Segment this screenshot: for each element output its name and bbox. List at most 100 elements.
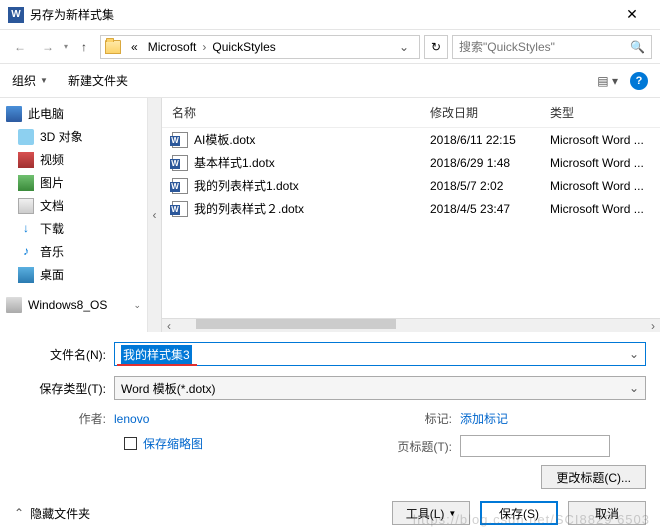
- file-name: 我的列表样式1.dotx: [194, 177, 430, 194]
- file-row[interactable]: 我的列表样式２.dotx2018/4/5 23:47Microsoft Word…: [162, 197, 660, 220]
- expand-icon[interactable]: ⌄: [133, 300, 141, 311]
- sidebar-item-music[interactable]: ♪音乐: [0, 240, 147, 263]
- tags-label: 标记:: [360, 410, 460, 427]
- back-button[interactable]: ←: [8, 35, 32, 59]
- sidebar-item-desktop[interactable]: 桌面: [0, 263, 147, 286]
- caret-down-icon: ▼: [40, 76, 48, 85]
- view-options-button[interactable]: ▤ ▾: [597, 74, 618, 88]
- hide-folders-label[interactable]: 隐藏文件夹: [30, 505, 90, 522]
- refresh-button[interactable]: ↻: [424, 35, 448, 59]
- file-row[interactable]: 我的列表样式1.dotx2018/5/7 2:02Microsoft Word …: [162, 174, 660, 197]
- filetype-value: Word 模板(*.dotx): [121, 380, 215, 397]
- crumb-quickstyles[interactable]: QuickStyles: [208, 40, 279, 54]
- scroll-thumb[interactable]: [196, 319, 396, 329]
- 3d-icon: [18, 129, 34, 145]
- tools-label: 工具(L): [406, 505, 445, 522]
- dotx-icon: [172, 201, 188, 217]
- sidebar-item-downloads[interactable]: ↓下载: [0, 217, 147, 240]
- sidebar-label: 桌面: [40, 266, 64, 283]
- crumb-microsoft[interactable]: Microsoft: [144, 40, 201, 54]
- main-area: 此电脑 3D 对象 视频 图片 文档 ↓下载 ♪音乐 桌面 Windows8_O…: [0, 98, 660, 332]
- annotation-underline: [117, 364, 197, 366]
- dotx-icon: [172, 155, 188, 171]
- file-date: 2018/5/7 2:02: [430, 179, 550, 193]
- filename-dropdown[interactable]: ⌄: [629, 347, 639, 361]
- search-icon[interactable]: 🔍: [630, 40, 645, 54]
- word-app-icon: W: [8, 7, 24, 23]
- file-list: AI模板.dotx2018/6/11 22:15Microsoft Word .…: [162, 128, 660, 318]
- caret-down-icon: ▼: [448, 509, 456, 518]
- file-row[interactable]: AI模板.dotx2018/6/11 22:15Microsoft Word .…: [162, 128, 660, 151]
- file-date: 2018/6/11 22:15: [430, 133, 550, 147]
- author-value[interactable]: lenovo: [114, 412, 149, 426]
- file-type: Microsoft Word ...: [550, 133, 660, 147]
- filetype-label: 保存类型(T):: [14, 380, 114, 397]
- file-name: AI模板.dotx: [194, 131, 430, 148]
- sidebar-item-documents[interactable]: 文档: [0, 194, 147, 217]
- save-form: 文件名(N): 我的样式集3 ⌄ 保存类型(T): Word 模板(*.dotx…: [0, 332, 660, 497]
- file-name: 基本样式1.dotx: [194, 154, 430, 171]
- new-folder-button[interactable]: 新建文件夹: [68, 72, 128, 89]
- nav-bar: ← → ▾ ↑ « Microsoft › QuickStyles ⌄ ↻ 🔍: [0, 30, 660, 64]
- file-name: 我的列表样式２.dotx: [194, 200, 430, 217]
- organize-menu[interactable]: 组织 ▼: [12, 72, 48, 89]
- col-name[interactable]: 名称: [172, 104, 430, 121]
- file-area: 名称 修改日期 类型 AI模板.dotx2018/6/11 22:15Micro…: [162, 98, 660, 332]
- path-dropdown[interactable]: ⌄: [393, 40, 415, 54]
- search-input[interactable]: [459, 40, 630, 54]
- close-button[interactable]: ✕: [612, 0, 652, 30]
- save-thumbnail-checkbox[interactable]: 保存缩略图: [124, 435, 300, 452]
- filename-label: 文件名(N):: [14, 346, 114, 363]
- chevron-right-icon: ›: [202, 40, 206, 54]
- filetype-select[interactable]: Word 模板(*.dotx) ⌄: [114, 376, 646, 400]
- sidebar-label: 3D 对象: [40, 128, 83, 145]
- scroll-right-arrow[interactable]: ›: [646, 319, 660, 333]
- drive-icon: [6, 297, 22, 313]
- scroll-left-arrow[interactable]: ‹: [162, 319, 176, 333]
- up-button[interactable]: ↑: [72, 35, 96, 59]
- file-date: 2018/4/5 23:47: [430, 202, 550, 216]
- music-icon: ♪: [18, 244, 34, 260]
- document-icon: [18, 198, 34, 214]
- cancel-button[interactable]: 取消: [568, 501, 646, 525]
- window-title: 另存为新样式集: [30, 6, 612, 23]
- col-type[interactable]: 类型: [550, 104, 660, 121]
- change-title-button[interactable]: 更改标题(C)...: [541, 465, 646, 489]
- search-box[interactable]: 🔍: [452, 35, 652, 59]
- sidebar-item-videos[interactable]: 视频: [0, 148, 147, 171]
- forward-button[interactable]: →: [36, 35, 60, 59]
- author-label: 作者:: [14, 410, 114, 427]
- sidebar-label: 图片: [40, 174, 64, 191]
- filetype-dropdown[interactable]: ⌄: [629, 381, 639, 395]
- file-row[interactable]: 基本样式1.dotx2018/6/29 1:48Microsoft Word .…: [162, 151, 660, 174]
- expand-folders-button[interactable]: ⌃: [14, 506, 24, 520]
- picture-icon: [18, 175, 34, 191]
- crumb-prefix[interactable]: «: [127, 40, 142, 54]
- help-button[interactable]: ?: [630, 72, 648, 90]
- sidebar-label: 文档: [40, 197, 64, 214]
- video-icon: [18, 152, 34, 168]
- save-button[interactable]: 保存(S): [480, 501, 558, 525]
- scroll-left-button[interactable]: ‹: [148, 98, 162, 332]
- col-date[interactable]: 修改日期: [430, 104, 550, 121]
- sidebar: 此电脑 3D 对象 视频 图片 文档 ↓下载 ♪音乐 桌面 Windows8_O…: [0, 98, 148, 332]
- sidebar-label: 下载: [40, 220, 64, 237]
- checkbox-icon[interactable]: [124, 437, 137, 450]
- tags-value[interactable]: 添加标记: [460, 410, 508, 427]
- folder-icon: [105, 40, 121, 54]
- sidebar-label: Windows8_OS: [28, 298, 107, 312]
- horizontal-scrollbar[interactable]: ‹ ›: [162, 318, 660, 332]
- sidebar-item-drive[interactable]: Windows8_OS ⌄: [0, 294, 147, 316]
- sidebar-label: 此电脑: [28, 105, 64, 122]
- filename-input[interactable]: 我的样式集3 ⌄: [114, 342, 646, 366]
- tools-menu[interactable]: 工具(L)▼: [392, 501, 470, 525]
- sidebar-item-3d[interactable]: 3D 对象: [0, 125, 147, 148]
- file-type: Microsoft Word ...: [550, 156, 660, 170]
- breadcrumb[interactable]: « Microsoft › QuickStyles ⌄: [100, 35, 420, 59]
- history-dropdown[interactable]: ▾: [64, 42, 68, 51]
- file-type: Microsoft Word ...: [550, 202, 660, 216]
- page-title-input[interactable]: [460, 435, 610, 457]
- sidebar-item-pictures[interactable]: 图片: [0, 171, 147, 194]
- sidebar-item-this-pc[interactable]: 此电脑: [0, 102, 147, 125]
- sidebar-label: 视频: [40, 151, 64, 168]
